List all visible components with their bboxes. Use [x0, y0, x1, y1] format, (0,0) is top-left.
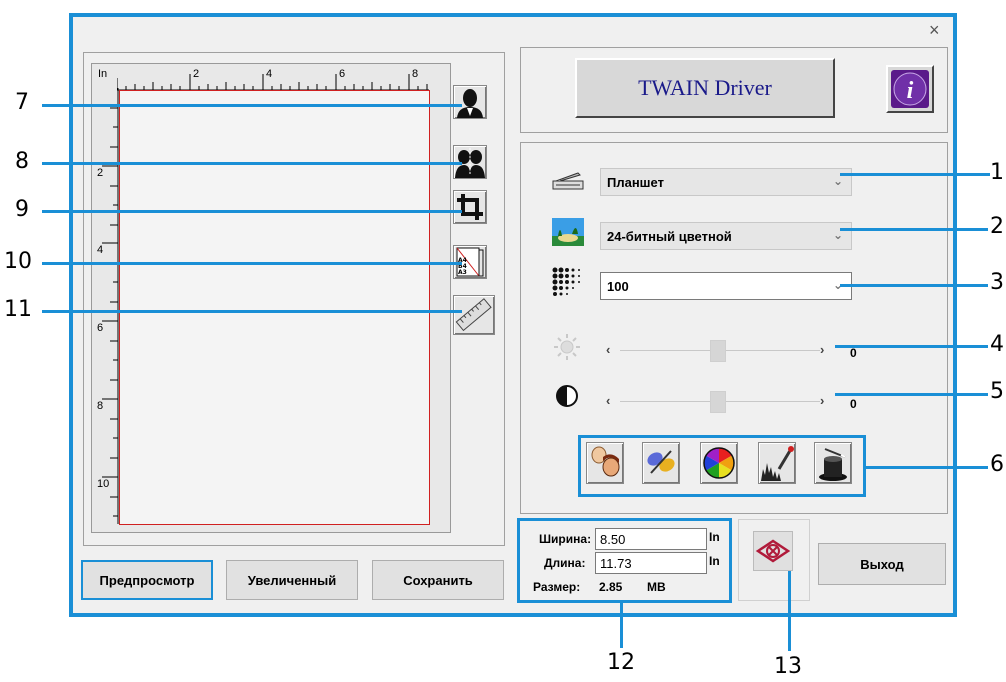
magic-hat-icon	[819, 448, 847, 481]
callout-line	[835, 393, 988, 396]
zoom-button[interactable]: Увеличенный	[226, 560, 358, 600]
brightness-increase-button[interactable]: ›	[820, 342, 824, 357]
histogram-button[interactable]	[758, 442, 796, 484]
save-button[interactable]: Сохранить	[372, 560, 504, 600]
width-field[interactable]: 8.50	[595, 528, 707, 550]
size-value: 2.85	[599, 580, 623, 594]
callout-number: 8	[15, 149, 29, 174]
callout-line	[42, 162, 462, 165]
contrast-slider-thumb[interactable]	[710, 391, 726, 413]
callout-line	[866, 466, 988, 469]
top-tick-label: 6	[339, 68, 346, 80]
faces-icon	[591, 446, 620, 477]
cancel-eye-icon	[755, 539, 791, 563]
callout-number: 1	[990, 160, 1004, 185]
info-button[interactable]: i	[886, 65, 934, 113]
cancel-scan-button[interactable]	[753, 531, 793, 571]
brightness-decrease-button[interactable]: ‹	[606, 342, 610, 357]
callout-number: 13	[774, 654, 802, 679]
contrast-increase-button[interactable]: ›	[820, 393, 824, 408]
top-tick-label: 2	[193, 68, 200, 80]
callout-number: 3	[990, 270, 1004, 295]
info-icon: i	[891, 70, 929, 108]
color-mode-select[interactable]: 24-битный цветной ⌄	[600, 222, 852, 250]
length-label: Длина:	[544, 556, 586, 570]
callout-number: 4	[990, 332, 1004, 357]
callout-line	[835, 345, 988, 348]
close-button[interactable]: ×	[929, 21, 940, 39]
left-tick-label: 10	[97, 478, 110, 490]
crop-icon	[457, 194, 483, 220]
callout-line	[788, 571, 791, 651]
left-ruler	[102, 88, 119, 524]
source-value: Планшет	[607, 174, 664, 190]
svg-text:i: i	[907, 78, 914, 104]
svg-text:A3: A3	[458, 269, 467, 276]
butterfly-icon	[647, 450, 675, 474]
top-ruler	[117, 74, 429, 91]
auto-enhance-button[interactable]	[814, 442, 852, 484]
color-balance-button[interactable]	[700, 442, 738, 484]
length-field[interactable]: 11.73	[595, 552, 707, 574]
callout-number: 2	[990, 214, 1004, 239]
crop-button[interactable]	[453, 190, 487, 224]
color-landscape-icon	[552, 218, 584, 246]
twain-driver-button[interactable]: TWAIN Driver	[575, 58, 835, 118]
color-mode-value: 24-битный цветной	[607, 228, 732, 244]
auto-select-button[interactable]	[453, 85, 487, 119]
size-label: Размер:	[533, 580, 581, 594]
callout-line	[42, 262, 462, 265]
callout-line	[42, 104, 462, 107]
scanner-icon	[552, 172, 584, 190]
top-tick-label: 8	[412, 68, 419, 80]
brightness-icon	[554, 334, 580, 360]
callout-line	[42, 210, 462, 213]
resolution-dots-icon	[552, 267, 580, 296]
top-tick-label: 4	[266, 68, 273, 80]
callout-number: 9	[15, 197, 29, 222]
portrait-icon	[457, 89, 483, 118]
histogram-eyedropper-icon	[761, 446, 794, 481]
callout-number: 12	[607, 650, 635, 675]
callout-line	[840, 173, 990, 176]
callout-number: 6	[990, 452, 1004, 477]
left-tick-label: 6	[97, 322, 104, 334]
scan-preview-area[interactable]	[119, 90, 430, 525]
left-tick-label: 4	[97, 244, 104, 256]
exit-button[interactable]: Выход	[818, 543, 946, 585]
size-unit: MB	[647, 580, 666, 594]
callout-line	[620, 603, 623, 648]
brightness-slider-thumb[interactable]	[710, 340, 726, 362]
resolution-select[interactable]: 100 ⌄	[600, 272, 852, 300]
callout-number: 5	[990, 379, 1004, 404]
left-tick-label: 2	[97, 167, 104, 179]
descreen-button[interactable]	[586, 442, 624, 484]
brightness-value: 0	[850, 346, 857, 360]
left-tick-label: 8	[97, 400, 104, 412]
contrast-icon	[556, 385, 578, 407]
source-select[interactable]: Планшет ⌄	[600, 168, 852, 196]
contrast-decrease-button[interactable]: ‹	[606, 393, 610, 408]
ruler-unit-label: In	[98, 68, 108, 80]
callout-line	[42, 310, 462, 313]
filter-button[interactable]	[642, 442, 680, 484]
width-label: Ширина:	[539, 532, 592, 546]
callout-number: 11	[4, 297, 32, 322]
contrast-value: 0	[850, 397, 857, 411]
preview-button[interactable]: Предпросмотр	[81, 560, 213, 600]
ruler-icon	[455, 298, 492, 332]
chevron-down-icon: ⌄	[832, 174, 843, 188]
callout-number: 10	[4, 249, 32, 274]
length-unit: In	[709, 554, 720, 568]
width-unit: In	[709, 530, 720, 544]
callout-line	[840, 284, 988, 287]
callout-number: 7	[15, 90, 29, 115]
callout-line	[840, 228, 988, 231]
resolution-value: 100	[607, 278, 629, 294]
ruler-button[interactable]	[453, 295, 495, 335]
color-wheel-icon	[703, 447, 735, 479]
